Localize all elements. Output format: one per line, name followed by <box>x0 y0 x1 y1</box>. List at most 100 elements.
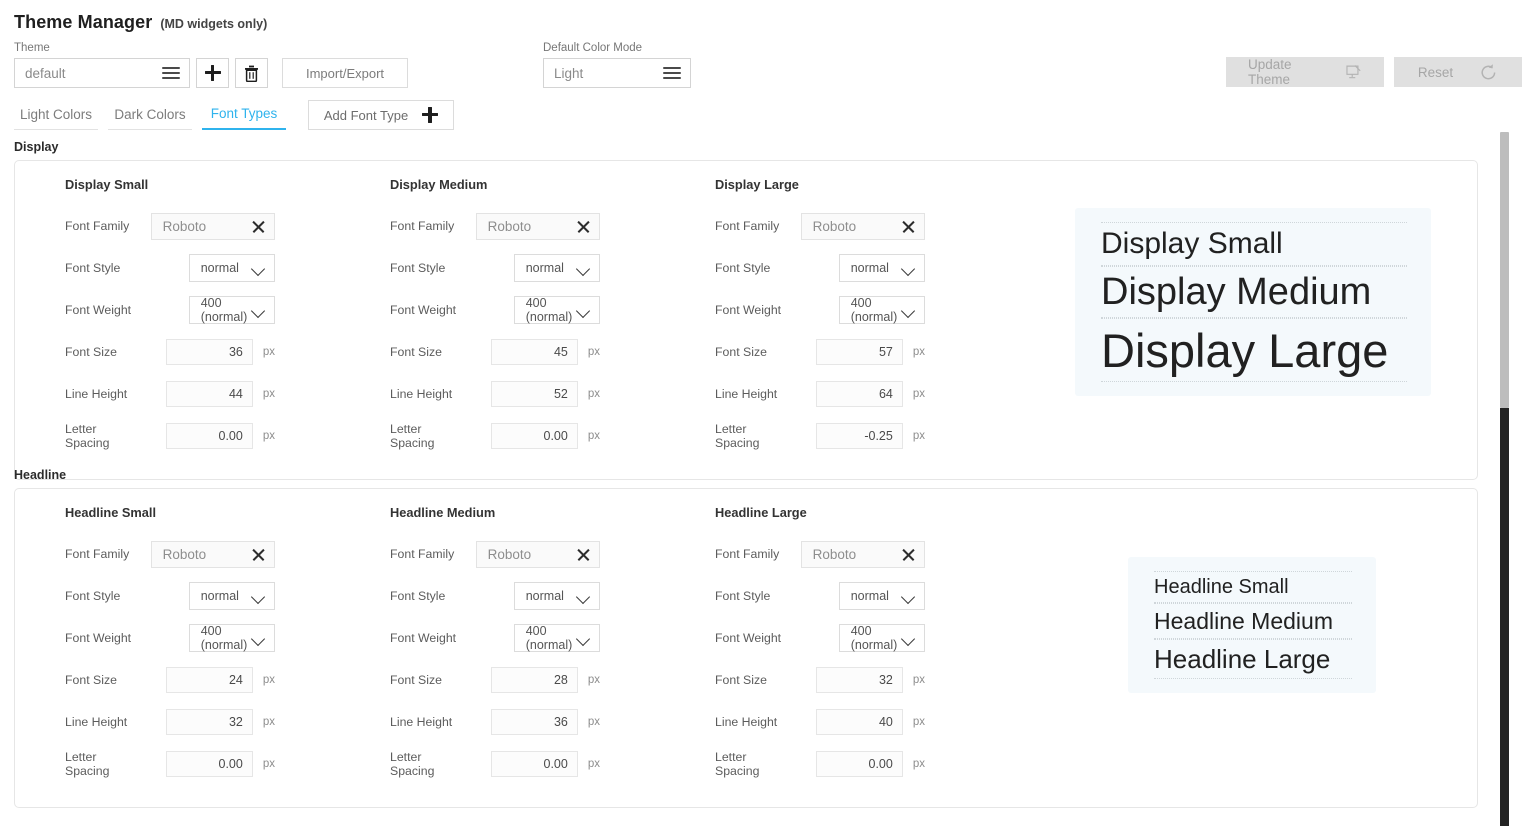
font-family-input[interactable]: Roboto <box>475 212 600 240</box>
line-height-input[interactable]: 52 <box>490 381 578 407</box>
close-icon[interactable] <box>252 548 265 561</box>
font-family-row: Font Family Roboto <box>715 205 925 247</box>
letter-spacing-input[interactable]: 0.00 <box>165 423 253 449</box>
font-style-select[interactable]: normal <box>513 254 601 282</box>
font-family-input[interactable]: Roboto <box>800 540 925 568</box>
font-weight-value: 400 (normal) <box>200 624 248 652</box>
font-style-select[interactable]: normal <box>838 582 926 610</box>
line-height-value: 52 <box>553 387 568 401</box>
line-height-input[interactable]: 44 <box>165 381 253 407</box>
close-icon[interactable] <box>902 220 915 233</box>
add-font-type-button[interactable]: Add Font Type <box>308 100 455 130</box>
section-title: Headline <box>14 468 67 482</box>
font-family-input[interactable]: Roboto <box>800 212 925 240</box>
font-size-label: Font Size <box>65 345 117 359</box>
section-0: Display Display Small Font Family Roboto… <box>14 140 1478 480</box>
letter-spacing-label: Letter Spacing <box>390 750 435 778</box>
tab-font-types[interactable]: Font Types <box>202 106 287 130</box>
font-style-label: Font Style <box>390 261 446 275</box>
font-weight-select[interactable]: 400 (normal) <box>513 296 601 324</box>
import-export-button[interactable]: Import/Export <box>282 58 408 88</box>
font-family-value: Roboto <box>812 546 857 562</box>
letter-spacing-input[interactable]: 0.00 <box>815 751 903 777</box>
font-size-unit: px <box>262 674 275 686</box>
letter-spacing-label: Letter Spacing <box>715 750 760 778</box>
page-header: Theme Manager (MD widgets only) <box>14 12 267 33</box>
font-size-label: Font Size <box>715 673 767 687</box>
letter-spacing-input[interactable]: 0.00 <box>490 751 578 777</box>
chevron-down-icon <box>902 634 915 642</box>
add-theme-button[interactable] <box>196 58 229 88</box>
close-icon[interactable] <box>577 548 590 561</box>
page-scrollbar-thumb[interactable] <box>1500 132 1509 408</box>
font-style-select[interactable]: normal <box>188 582 276 610</box>
font-family-input[interactable]: Roboto <box>475 540 600 568</box>
font-weight-select[interactable]: 400 (normal) <box>188 296 276 324</box>
letter-spacing-row: Letter Spacing 0.00 px <box>390 743 600 785</box>
tab-label: Dark Colors <box>114 106 186 122</box>
font-style-select[interactable]: normal <box>838 254 926 282</box>
font-size-input[interactable]: 24 <box>165 667 253 693</box>
letter-spacing-row: Letter Spacing 0.00 px <box>390 415 600 457</box>
section-1: Headline Headline Small Font Family Robo… <box>14 468 1478 808</box>
font-family-label: Font Family <box>715 219 780 233</box>
monitor-edit-icon <box>1346 64 1361 78</box>
font-weight-select[interactable]: 400 (normal) <box>513 624 601 652</box>
page-title: Theme Manager <box>14 12 153 32</box>
font-size-input[interactable]: 32 <box>815 667 903 693</box>
font-size-unit: px <box>912 674 925 686</box>
delete-theme-button[interactable] <box>235 58 268 88</box>
close-icon[interactable] <box>252 220 265 233</box>
font-style-row: Font Style normal <box>65 575 276 617</box>
font-family-input[interactable]: Roboto <box>150 540 275 568</box>
font-type-column: Display Small Font Family Roboto Font St… <box>65 177 276 457</box>
close-icon[interactable] <box>902 548 915 561</box>
tab-label: Light Colors <box>20 106 93 122</box>
font-weight-select[interactable]: 400 (normal) <box>188 624 276 652</box>
font-weight-row: Font Weight 400 (normal) <box>390 289 601 331</box>
line-height-input[interactable]: 40 <box>815 709 903 735</box>
letter-spacing-input[interactable]: -0.25 <box>815 423 903 449</box>
restore-icon <box>1481 63 1496 79</box>
font-family-input[interactable]: Roboto <box>150 212 275 240</box>
letter-spacing-input[interactable]: 0.00 <box>165 751 253 777</box>
font-size-label: Font Size <box>65 673 117 687</box>
font-size-input[interactable]: 57 <box>815 339 903 365</box>
reset-button[interactable]: Reset <box>1394 57 1522 87</box>
tab-dark-colors[interactable]: Dark Colors <box>108 106 193 130</box>
line-height-row: Line Height 64 px <box>715 373 925 415</box>
letter-spacing-input[interactable]: 0.00 <box>490 423 578 449</box>
font-size-input[interactable]: 28 <box>490 667 578 693</box>
close-icon[interactable] <box>577 220 590 233</box>
theme-select[interactable]: default <box>14 58 190 88</box>
line-height-input[interactable]: 36 <box>490 709 578 735</box>
tab-light-colors[interactable]: Light Colors <box>14 106 99 130</box>
font-weight-select[interactable]: 400 (normal) <box>838 296 926 324</box>
font-size-row: Font Size 24 px <box>65 659 275 701</box>
inner-scrollbar-thumb[interactable] <box>1500 408 1509 826</box>
chevron-down-icon <box>577 306 590 314</box>
color-mode-select[interactable]: Light <box>543 58 691 88</box>
line-height-input[interactable]: 32 <box>165 709 253 735</box>
line-height-input[interactable]: 64 <box>815 381 903 407</box>
font-style-select[interactable]: normal <box>513 582 601 610</box>
font-size-row: Font Size 57 px <box>715 331 925 373</box>
update-theme-button[interactable]: Update Theme <box>1226 57 1384 87</box>
font-weight-value: 400 (normal) <box>525 296 573 324</box>
letter-spacing-row: Letter Spacing -0.25 px <box>715 415 925 457</box>
font-weight-select[interactable]: 400 (normal) <box>838 624 926 652</box>
font-size-input[interactable]: 45 <box>490 339 578 365</box>
font-size-input[interactable]: 36 <box>165 339 253 365</box>
font-style-value: normal <box>850 261 889 275</box>
font-weight-row: Font Weight 400 (normal) <box>390 617 601 659</box>
letter-spacing-value: -0.25 <box>864 429 893 443</box>
plus-icon <box>422 107 439 123</box>
font-family-label: Font Family <box>65 547 130 561</box>
line-height-unit: px <box>262 716 275 728</box>
font-style-select[interactable]: normal <box>188 254 276 282</box>
chevron-down-icon <box>577 264 590 272</box>
theme-manager-page: Theme Manager (MD widgets only) Theme de… <box>0 0 1536 826</box>
line-height-value: 36 <box>553 715 568 729</box>
letter-spacing-label: Letter Spacing <box>65 422 110 450</box>
font-family-value: Roboto <box>812 218 857 234</box>
